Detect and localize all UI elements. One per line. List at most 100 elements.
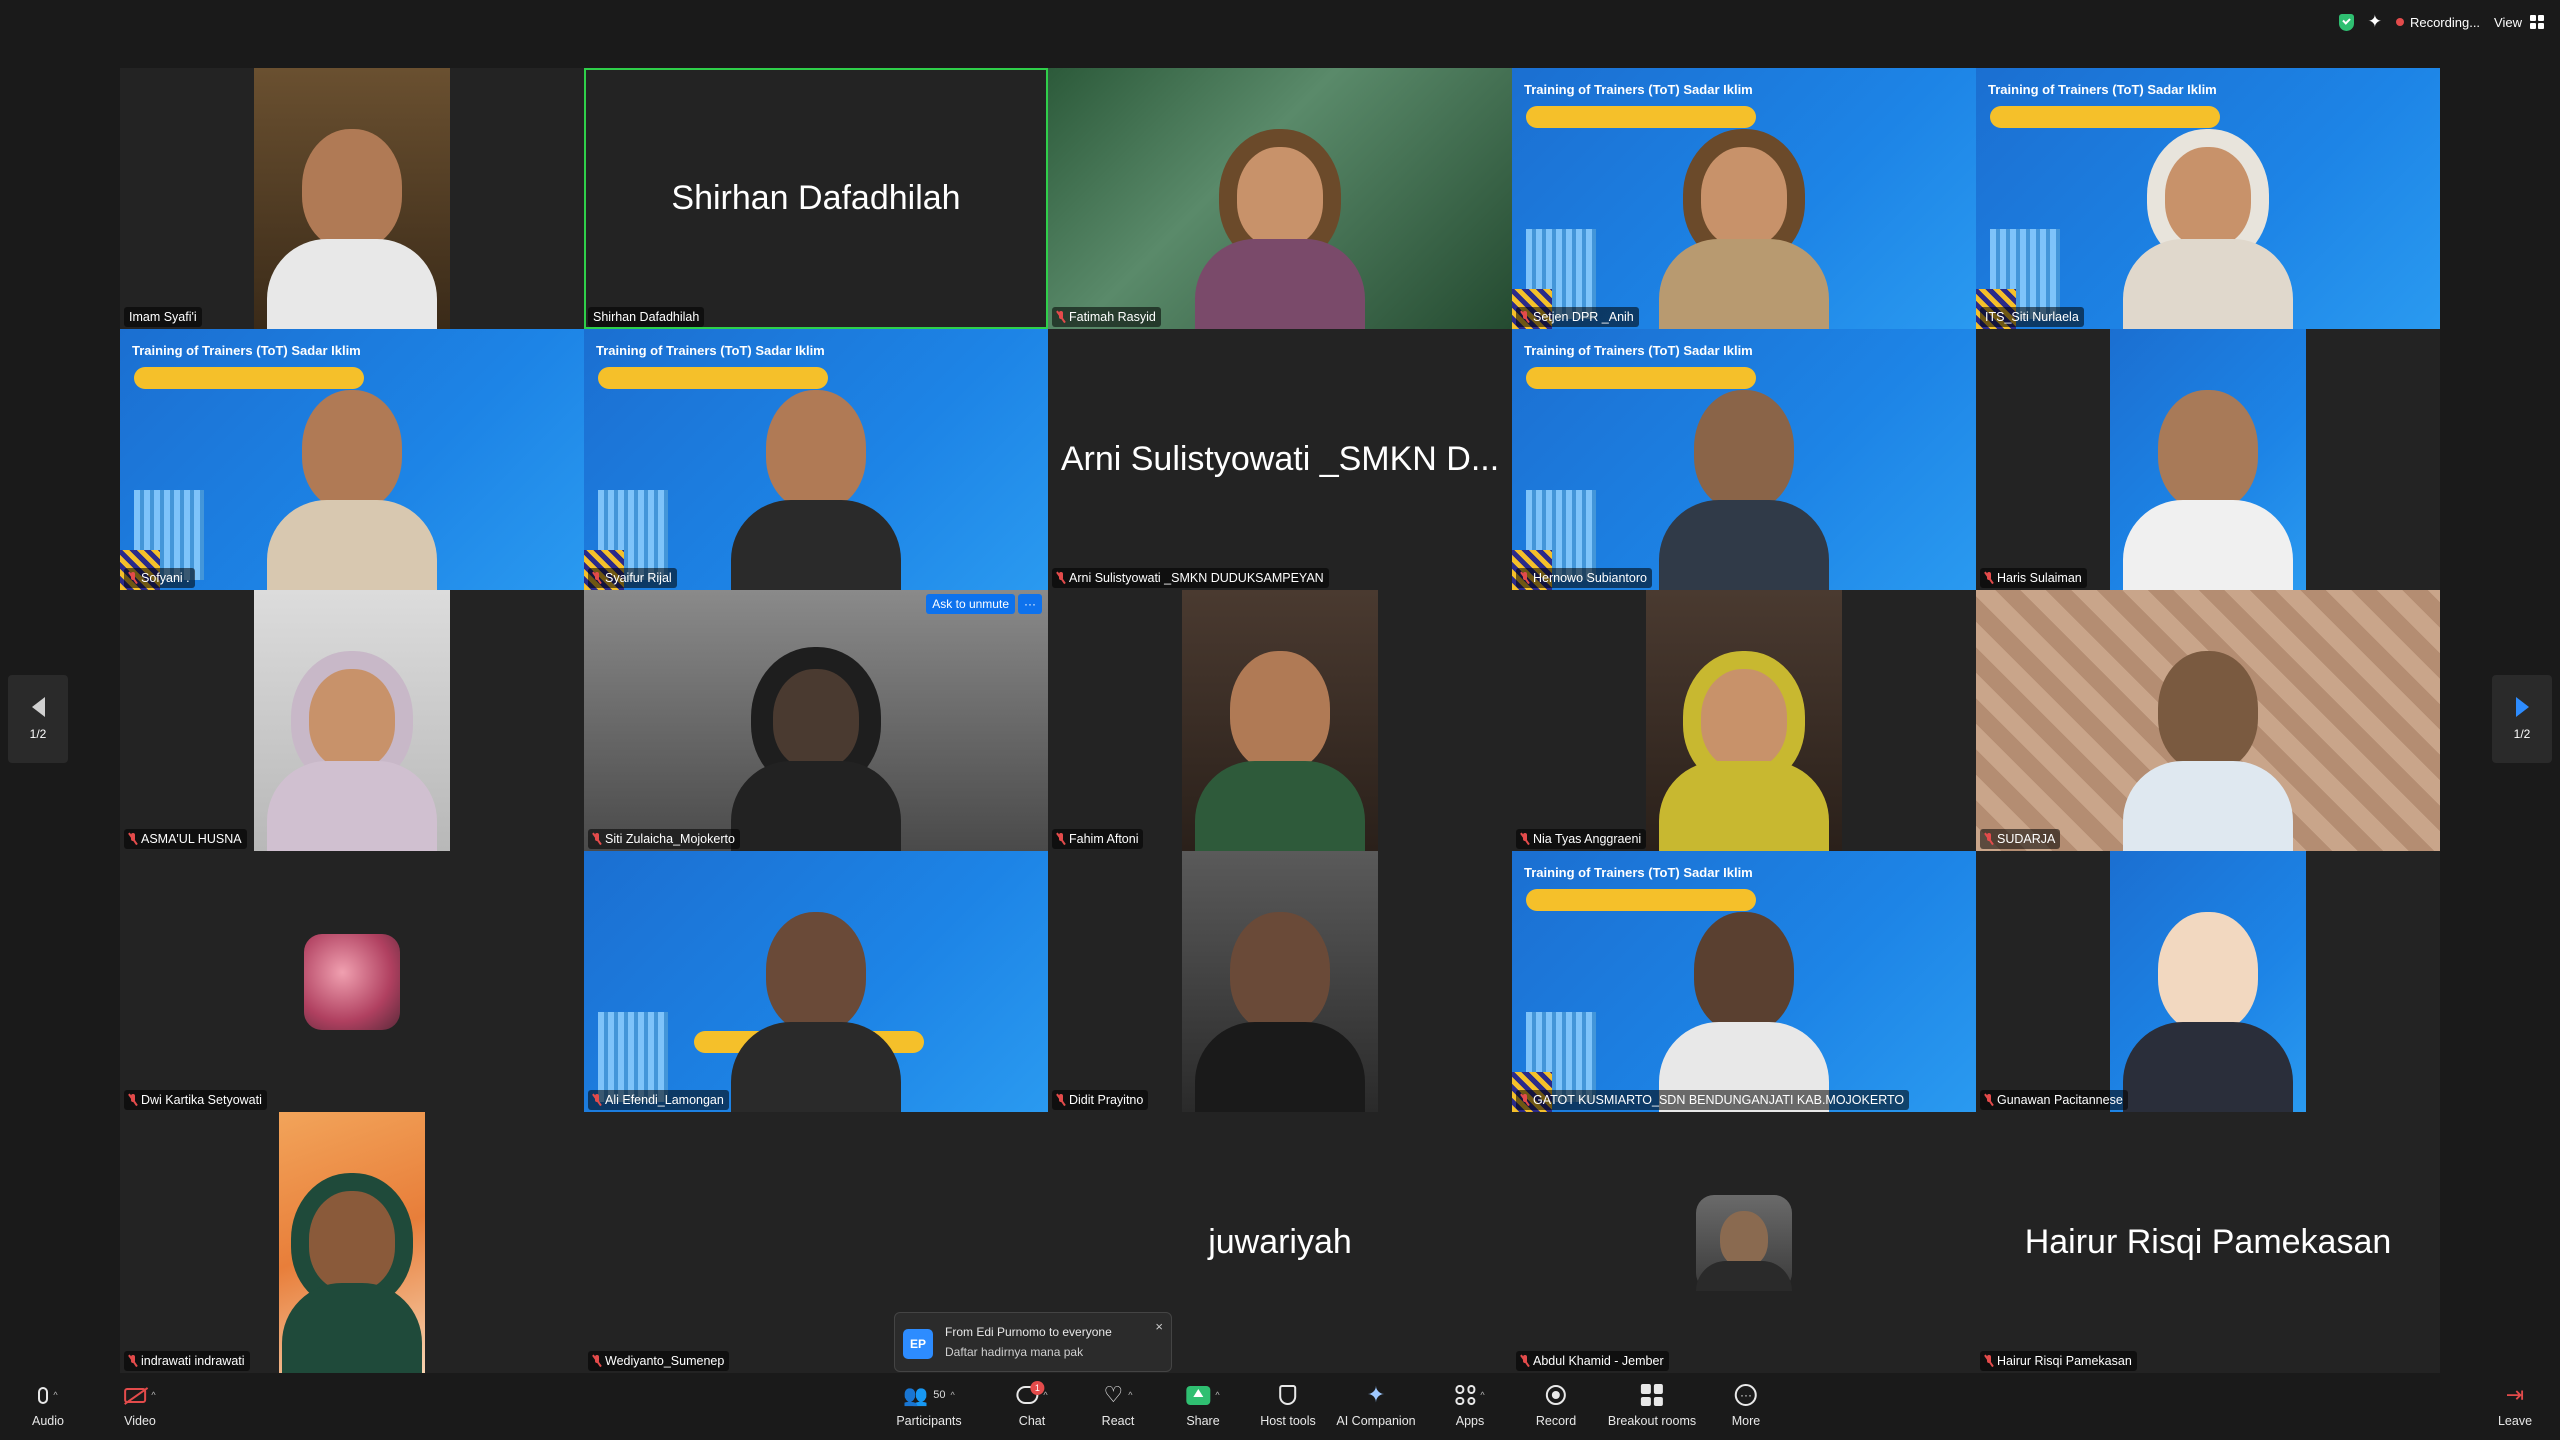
breakout-rooms-icon (1640, 1384, 1663, 1406)
ask-to-unmute-button[interactable]: Ask to unmute (926, 594, 1015, 614)
chat-unread-badge: 1 (1030, 1381, 1045, 1395)
ask-to-unmute-controls: Ask to unmute ··· (926, 594, 1042, 614)
audio-label: Audio (32, 1414, 64, 1428)
chevron-up-icon[interactable]: ^ (950, 1390, 954, 1400)
participant-name-label: ITS_Siti Nurlaela (1980, 307, 2084, 327)
apps-button[interactable]: ^ Apps (1455, 1382, 1485, 1428)
chat-icon: 1 (1016, 1381, 1045, 1404)
participant-video (279, 1112, 425, 1373)
more-label: More (1731, 1414, 1761, 1428)
view-button[interactable]: View (2494, 15, 2544, 30)
participants-button[interactable]: 👥 50 ^ Participants (896, 1382, 961, 1429)
participant-tile[interactable]: indrawati indrawati (120, 1112, 584, 1373)
audio-button[interactable]: ^ Audio (32, 1382, 64, 1428)
chevron-up-icon[interactable]: ^ (1128, 1390, 1132, 1400)
participant-tile[interactable]: Ali Efendi_Lamongan (584, 851, 1048, 1112)
participant-tile[interactable]: Training of Trainers (ToT) Sadar Iklim H… (1512, 329, 1976, 590)
participant-video: Training of Trainers (ToT) Sadar Iklim (1976, 68, 2440, 329)
mic-muted-icon (1985, 1355, 1993, 1367)
chat-button[interactable]: 1 ^ Chat (1016, 1381, 1048, 1428)
chevron-up-icon[interactable]: ^ (151, 1390, 155, 1400)
chat-message: Daftar hadirnya mana pak (945, 1345, 1084, 1359)
previous-page-button[interactable]: 1/2 (8, 675, 68, 763)
participant-tile[interactable]: Fatimah Rasyid (1048, 68, 1512, 329)
mic-muted-icon (593, 1094, 601, 1106)
participant-video (2110, 329, 2306, 590)
participant-tile[interactable]: Hairur Risqi Pamekasan Hairur Risqi Pame… (1976, 1112, 2440, 1373)
next-page-button[interactable]: 1/2 (2492, 675, 2552, 763)
security-shield-icon[interactable] (2338, 13, 2354, 31)
mic-muted-icon (129, 1355, 137, 1367)
participant-tile[interactable]: Arni Sulistyowati _SMKN D... Arni Sulist… (1048, 329, 1512, 590)
participant-tile[interactable]: Training of Trainers (ToT) Sadar Iklim S… (120, 329, 584, 590)
participant-display-name: Shirhan Dafadhilah (671, 179, 961, 217)
participant-tile[interactable]: ASMA'UL HUSNA (120, 590, 584, 851)
participant-name-label: Siti Zulaicha_Mojokerto (588, 829, 740, 849)
participant-tile[interactable]: Didit Prayitno (1048, 851, 1512, 1112)
chat-sender: From Edi Purnomo to everyone (945, 1325, 1112, 1339)
chevron-up-icon[interactable]: ^ (1215, 1390, 1219, 1400)
close-icon[interactable]: × (1155, 1319, 1163, 1334)
video-off-icon (124, 1387, 147, 1403)
participant-tile-active-speaker[interactable]: Shirhan Dafadhilah Shirhan Dafadhilah (584, 68, 1048, 329)
chevron-up-icon[interactable]: ^ (1043, 1390, 1047, 1400)
participant-tile[interactable]: Abdul Khamid - Jember (1512, 1112, 1976, 1373)
apps-icon (1455, 1385, 1476, 1405)
participant-video (584, 590, 1048, 851)
ai-sparkle-icon[interactable]: ✦ (2368, 12, 2382, 32)
recording-dot-icon (2395, 18, 2404, 26)
record-icon (1545, 1385, 1566, 1405)
participant-tile[interactable]: Haris Sulaiman (1976, 329, 2440, 590)
participant-tile[interactable]: Training of Trainers (ToT) Sadar Iklim I… (1976, 68, 2440, 329)
participant-video (1182, 851, 1378, 1112)
participant-tile[interactable]: Gunawan Pacitannese (1976, 851, 2440, 1112)
participant-tile[interactable]: Training of Trainers (ToT) Sadar Iklim G… (1512, 851, 1976, 1112)
leave-button[interactable]: ⇥ Leave (2498, 1382, 2532, 1428)
participant-tile[interactable]: SUDARJA (1976, 590, 2440, 851)
top-bar: ✦ Recording... View (0, 0, 2560, 50)
building-graphic (598, 1012, 668, 1102)
participant-name-label: Syaifur Rijal (588, 568, 677, 588)
participant-video (1646, 590, 1842, 851)
mic-muted-icon (129, 833, 137, 845)
share-button[interactable]: ^ Share (1186, 1382, 1220, 1428)
participant-tile[interactable]: Dwi Kartika Setyowati (120, 851, 584, 1112)
breakout-rooms-button[interactable]: Breakout rooms (1608, 1382, 1696, 1428)
top-right-controls: ✦ Recording... View (2338, 12, 2544, 32)
participant-name-label: indrawati indrawati (124, 1351, 250, 1371)
mic-muted-icon (1521, 1355, 1529, 1367)
chat-notification[interactable]: EP From Edi Purnomo to everyone Daftar h… (894, 1312, 1172, 1372)
participant-display-name: Arni Sulistyowati _SMKN D... (1060, 440, 1500, 478)
mic-muted-icon (1521, 833, 1529, 845)
participant-tile[interactable]: Fahim Aftoni (1048, 590, 1512, 851)
participant-name-label: Hairur Risqi Pamekasan (1980, 1351, 2137, 1371)
participant-tile[interactable]: Imam Syafi'i (120, 68, 584, 329)
participant-video (254, 68, 450, 329)
share-label: Share (1186, 1414, 1220, 1428)
leave-icon: ⇥ (2505, 1382, 2525, 1407)
mic-muted-icon (1521, 1094, 1529, 1106)
participant-video (1976, 590, 2440, 851)
chevron-up-icon[interactable]: ^ (53, 1390, 57, 1400)
chevron-up-icon[interactable]: ^ (1480, 1390, 1484, 1400)
ai-companion-button[interactable]: ✦ AI Companion (1336, 1382, 1415, 1428)
participant-tile[interactable]: Training of Trainers (ToT) Sadar Iklim S… (584, 329, 1048, 590)
participant-tile[interactable]: Training of Trainers (ToT) Sadar Iklim S… (1512, 68, 1976, 329)
react-button[interactable]: ♡ ^ React (1102, 1382, 1135, 1428)
slide-title: Training of Trainers (ToT) Sadar Iklim (132, 343, 361, 358)
page-indicator: 1/2 (2513, 727, 2531, 741)
participant-tile[interactable]: Ask to unmute ··· Siti Zulaicha_Mojokert… (584, 590, 1048, 851)
view-label: View (2494, 14, 2522, 30)
recording-indicator[interactable]: Recording... (2395, 14, 2481, 30)
more-button[interactable]: ··· More (1732, 1382, 1760, 1428)
tile-more-button[interactable]: ··· (1018, 594, 1042, 614)
sparkle-icon: ✦ (1366, 1382, 1386, 1407)
record-button[interactable]: Record (1536, 1382, 1576, 1428)
recording-label: Recording... (2409, 14, 2481, 30)
host-tools-button[interactable]: Host tools (1260, 1382, 1316, 1428)
breakout-rooms-label: Breakout rooms (1607, 1414, 1697, 1428)
participant-tile[interactable]: Nia Tyas Anggraeni (1512, 590, 1976, 851)
slide-subtitle-bar (598, 367, 828, 389)
video-button[interactable]: ^ Video (124, 1382, 156, 1428)
slide-subtitle-bar (1526, 889, 1756, 911)
